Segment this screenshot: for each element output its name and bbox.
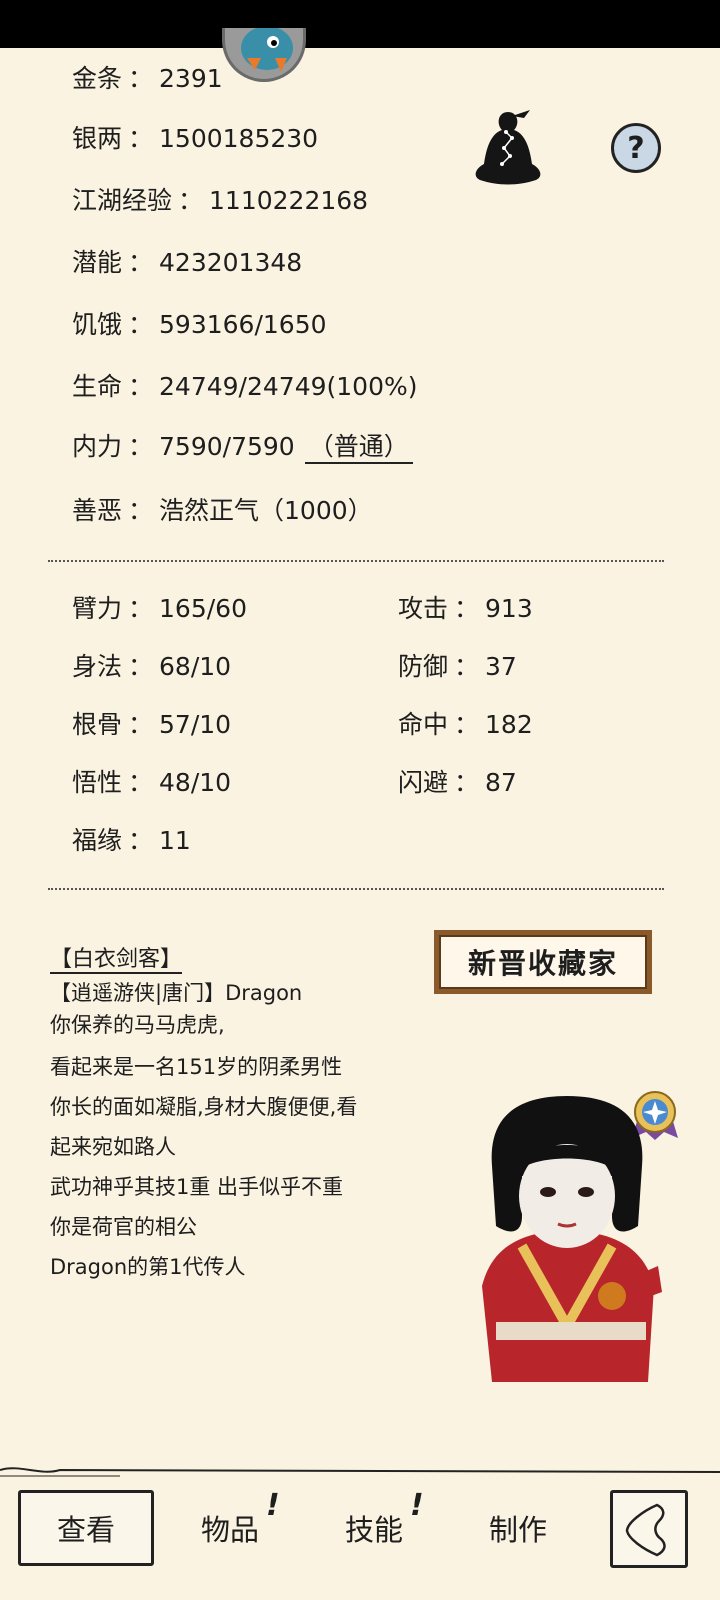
back-button[interactable] [610, 1490, 688, 1568]
stat-value: 24749/24749(100%) [159, 372, 418, 401]
stat-exp: 江湖经验： 1110222168 [72, 186, 369, 215]
stat-gold: 金条： 2391 [72, 64, 223, 93]
attr-strength: 臂力： 165/60 [72, 594, 247, 623]
attr-agility: 身法： 68/10 [72, 652, 232, 681]
status-bar [0, 0, 720, 48]
stat-inner-force: 内力： 7590/7590 （普通） [72, 432, 413, 464]
stat-value: 2391 [159, 64, 223, 93]
stat-value: 7590/7590 [159, 432, 295, 461]
meditation-icon[interactable] [468, 104, 548, 188]
divider [48, 560, 664, 562]
attr-hit: 命中： 182 [398, 710, 533, 739]
stat-value: 423201348 [159, 248, 303, 277]
bio-line: 你长的面如凝脂,身材大腹便便,看 [50, 1095, 358, 1119]
stat-label: 饥饿 [72, 310, 123, 339]
bio-title[interactable]: 【白衣剑客】 [50, 946, 183, 974]
bio-line: 你保养的马马虎虎, [50, 1013, 225, 1037]
bottom-divider [0, 1467, 720, 1477]
attr-constitution: 根骨： 57/10 [72, 710, 232, 739]
stat-label: 善恶 [72, 496, 123, 525]
tab-skills[interactable]: 技能 [338, 1490, 410, 1566]
stat-label: 江湖经验 [72, 186, 173, 215]
stat-label: 银两 [72, 124, 123, 153]
attr-attack: 攻击： 913 [398, 594, 533, 623]
bio-line: Dragon的第1代传人 [50, 1255, 246, 1279]
tab-craft[interactable]: 制作 [482, 1490, 554, 1566]
tab-view[interactable]: 查看 [18, 1490, 154, 1566]
bio-line: 起来宛如路人 [50, 1135, 176, 1159]
stat-hunger: 饥饿： 593166/1650 [72, 310, 327, 339]
stat-label: 内力 [72, 432, 123, 461]
stat-morality: 善恶：浩然正气（1000） [72, 496, 373, 525]
stat-life: 生命： 24749/24749(100%) [72, 372, 418, 401]
stat-label: 潜能 [72, 248, 123, 277]
items-alert-mark: ! [266, 1488, 280, 1523]
bio-line: 【逍遥游侠|唐门】Dragon [50, 981, 303, 1005]
stat-value: 1500185230 [159, 124, 319, 153]
inner-force-mode-link[interactable]: （普通） [304, 432, 413, 464]
help-icon[interactable]: ? [611, 123, 661, 173]
attr-wisdom: 悟性： 48/10 [72, 768, 232, 797]
stat-label: 金条 [72, 64, 123, 93]
bio-line: 看起来是一名151岁的阴柔男性 [50, 1055, 343, 1079]
pet-avatar[interactable] [222, 28, 306, 82]
stat-value: 593166/1650 [159, 310, 327, 339]
stat-potential: 潜能： 423201348 [72, 248, 303, 277]
bio-line: 你是荷官的相公 [50, 1215, 197, 1239]
attr-dodge: 闪避： 87 [398, 768, 517, 797]
divider [48, 888, 664, 890]
tab-items[interactable]: 物品 [194, 1490, 266, 1566]
stat-label: 生命 [72, 372, 123, 401]
attr-luck: 福缘： 11 [72, 826, 191, 855]
skills-alert-mark: ! [410, 1488, 424, 1523]
title-badge[interactable]: 新晋收藏家 [434, 930, 652, 994]
attr-defense: 防御： 37 [398, 652, 517, 681]
stat-value: 1110222168 [209, 186, 369, 215]
character-portrait [482, 1096, 662, 1382]
back-arrow-icon [625, 1503, 666, 1557]
stat-value: 浩然正气（1000） [159, 496, 373, 525]
stat-silver: 银两： 1500185230 [72, 124, 319, 153]
bio-line: 武功神乎其技1重 出手似乎不重 [50, 1175, 344, 1199]
